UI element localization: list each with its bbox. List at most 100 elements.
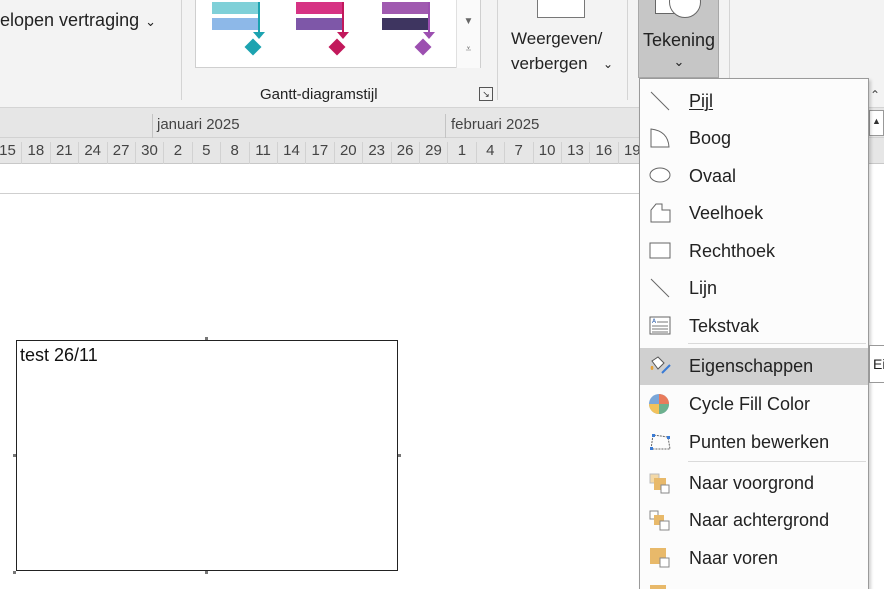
menu-item-polygon[interactable]: Veelhoek <box>640 195 868 231</box>
menu-item-edit-points[interactable]: Punten bewerken <box>640 424 868 460</box>
menu-item-arrow[interactable]: Pijl <box>640 83 868 119</box>
timescale-day: 11 <box>248 142 277 164</box>
menu-item-textbox[interactable]: A Tekstvak <box>640 308 868 344</box>
late-tasks-label: elopen vertraging <box>0 10 140 30</box>
show-hide-icon[interactable] <box>537 0 585 18</box>
arrow-line-icon <box>650 91 670 111</box>
month-label: januari 2025 <box>157 116 240 133</box>
timescale-day: 10 <box>532 142 561 164</box>
drawing-label: Tekening <box>642 30 716 50</box>
drawing-shapes-icon <box>653 0 701 22</box>
menu-item-label: Cycle Fill Color <box>689 394 811 414</box>
gallery-more-icon[interactable]: ⩡ <box>457 44 480 55</box>
menu-item-bring-to-front[interactable]: Naar voorgrond <box>640 465 868 501</box>
textbox-icon: A <box>649 316 671 335</box>
paint-properties-icon <box>650 356 671 374</box>
color-wheel-icon <box>649 394 669 414</box>
menu-item-label: Ovaal <box>689 166 737 186</box>
gantt-style-group-label: Gantt-diagramstijl <box>260 86 378 103</box>
menu-item-properties[interactable]: Eigenschappen <box>640 348 868 385</box>
menu-item-label: Lijn <box>689 278 718 298</box>
textbox-shape[interactable]: test 26/11 <box>16 340 398 571</box>
scroll-up-arrow-icon[interactable]: ▲ <box>872 116 881 126</box>
timescale-day: 29 <box>419 142 447 164</box>
timescale-day: 14 <box>277 142 305 164</box>
late-tasks-dropdown[interactable]: elopen vertraging ⌄ <box>0 10 156 31</box>
menu-item-label: Naar voorgrond <box>689 473 815 493</box>
menu-item-label: Veelhoek <box>689 203 764 223</box>
gantt-style-2[interactable] <box>288 0 349 64</box>
drawing-button[interactable]: Tekening ⌄ <box>638 0 719 78</box>
show-hide-button[interactable]: Weergeven/ verbergen ⌄ <box>511 26 616 76</box>
chevron-down-icon: ⌄ <box>673 54 685 69</box>
timescale-day: 16 <box>589 142 617 164</box>
resize-handle[interactable] <box>205 571 208 574</box>
ribbon-separator <box>627 0 628 100</box>
menu-item-send-to-back[interactable]: Naar achtergrond <box>640 502 868 538</box>
menu-item-bring-forward[interactable]: Naar voren <box>640 540 868 576</box>
menu-item-oval[interactable]: Ovaal <box>640 158 868 194</box>
menu-separator <box>688 343 866 344</box>
milestone-diamond-icon <box>414 38 432 56</box>
timeline-baseline <box>0 193 639 194</box>
textbox-text[interactable]: test 26/11 <box>20 345 98 366</box>
menu-item-cycle-fill-color[interactable]: Cycle Fill Color <box>640 386 868 422</box>
dialog-launcher-icon[interactable]: ↘ <box>479 87 493 101</box>
edit-points-icon <box>650 434 671 450</box>
send-to-back-icon <box>649 510 670 531</box>
timescale-day: 13 <box>561 142 589 164</box>
chevron-down-icon: ⌄ <box>145 14 157 29</box>
gantt-style-3[interactable] <box>374 0 435 64</box>
timescale-day: 21 <box>49 142 78 164</box>
gantt-style-1[interactable] <box>204 0 265 64</box>
timescale-day: 30 <box>135 142 163 164</box>
oval-icon <box>649 167 671 183</box>
menu-item-label: Tekstvak <box>689 316 760 336</box>
menu-item-rectangle[interactable]: Rechthoek <box>640 233 868 269</box>
menu-item-label: Boog <box>689 128 732 148</box>
line-icon <box>650 278 670 298</box>
menu-separator <box>688 461 866 462</box>
resize-handle[interactable] <box>13 454 16 457</box>
timescale-day: 5 <box>191 142 220 164</box>
timescale-day: 7 <box>504 142 532 164</box>
milestone-diamond-icon <box>328 38 346 56</box>
chevron-down-icon: ⌄ <box>603 57 614 71</box>
timescale-day: 27 <box>106 142 135 164</box>
menu-item-line[interactable]: Lijn <box>640 270 868 306</box>
menu-item-partial[interactable] <box>640 577 868 589</box>
timescale-day: 23 <box>362 142 390 164</box>
menu-item-label: Rechthoek <box>689 241 776 261</box>
send-backward-icon <box>650 585 666 589</box>
gantt-style-gallery: ▼ ⩡ <box>195 0 481 68</box>
ribbon-separator <box>181 0 182 100</box>
arc-icon <box>650 128 670 148</box>
bring-to-front-icon <box>649 473 670 494</box>
timescale-day: 24 <box>78 142 106 164</box>
tooltip: Ei <box>869 345 884 383</box>
month-divider <box>445 114 446 138</box>
resize-handle[interactable] <box>205 337 208 340</box>
timescale-day: 8 <box>220 142 248 164</box>
month-label: februari 2025 <box>451 116 540 133</box>
drawing-menu: Pijl Boog Ovaal Veelhoek Rechthoek Lijn … <box>639 78 869 589</box>
month-divider <box>152 114 153 138</box>
gallery-scrollbar[interactable]: ▼ ⩡ <box>456 0 480 68</box>
ribbon-separator <box>497 0 498 100</box>
gallery-scroll-down-icon[interactable]: ▼ <box>457 16 480 27</box>
menu-item-label: Pijl <box>689 91 714 111</box>
vertical-scrollbar[interactable]: ▲ <box>869 110 884 136</box>
timescale-day: 17 <box>305 142 333 164</box>
resize-handle[interactable] <box>398 454 401 457</box>
resize-handle[interactable] <box>13 571 16 574</box>
menu-item-arc[interactable]: Boog <box>640 120 868 156</box>
timescale-day: 2 <box>163 142 191 164</box>
timescale-day: 18 <box>21 142 49 164</box>
timescale-day: 15 <box>0 142 21 164</box>
menu-item-label: Naar voren <box>689 548 779 568</box>
timescale-day: 4 <box>475 142 504 164</box>
menu-item-label: Eigenschappen <box>689 356 814 376</box>
timescale-day: 26 <box>390 142 419 164</box>
polygon-icon <box>650 203 671 223</box>
timescale-day: 20 <box>333 142 362 164</box>
